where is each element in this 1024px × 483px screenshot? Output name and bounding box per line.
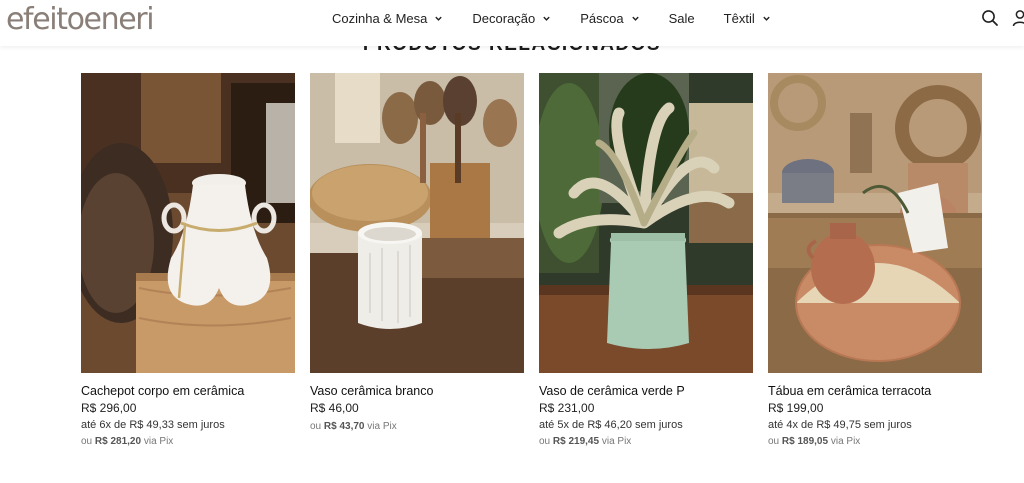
pix-price: R$ 281,20 [94, 436, 142, 447]
product-installments: até 4x de R$ 49,75 sem juros [768, 419, 912, 431]
pix-suffix: via Pix [143, 436, 174, 447]
nav-item-cozinha-mesa[interactable]: Cozinha & Mesa [332, 11, 443, 26]
pix-suffix: via Pix [830, 436, 861, 447]
related-products-grid: Cachepot corpo em cerâmica R$ 296,00 até… [81, 73, 982, 449]
product-image[interactable] [81, 73, 295, 373]
nav-label: Cozinha & Mesa [332, 10, 428, 26]
pix-suffix: via Pix [367, 421, 397, 432]
chevron-down-icon [542, 14, 551, 23]
logo[interactable]: efeitoeneri [6, 2, 155, 38]
nav-item-decoracao[interactable]: Decoração [472, 11, 551, 26]
product-card[interactable]: Cachepot corpo em cerâmica R$ 296,00 até… [81, 73, 295, 449]
product-price: R$ 46,00 [310, 401, 359, 415]
pix-prefix: ou [768, 436, 780, 447]
product-price: R$ 199,00 [768, 401, 824, 415]
search-icon[interactable] [981, 9, 999, 27]
product-name[interactable]: Tábua em cerâmica terracota [768, 383, 982, 399]
chevron-down-icon [631, 14, 640, 23]
chevron-down-icon [434, 14, 443, 23]
product-price: R$ 231,00 [539, 401, 595, 415]
pix-suffix: via Pix [601, 436, 632, 447]
product-card[interactable]: Vaso cerâmica branco R$ 46,00 ou R$ 43,7… [310, 73, 524, 449]
pix-price-line: ou R$ 43,70 via Pix [310, 420, 524, 434]
pix-price: R$ 189,05 [781, 436, 829, 447]
nav-label: Páscoa [580, 10, 624, 26]
user-icon[interactable] [1011, 9, 1024, 27]
nav-label: Têxtil [723, 10, 755, 26]
product-image[interactable] [539, 73, 753, 373]
site-header: efeitoeneri Cozinha & Mesa Decoração Pás… [0, 0, 1024, 46]
product-card[interactable]: Vaso de cerâmica verde P R$ 231,00 até 5… [539, 73, 753, 449]
product-installments: até 5x de R$ 46,20 sem juros [539, 419, 683, 431]
product-name[interactable]: Cachepot corpo em cerâmica [81, 383, 295, 399]
pix-prefix: ou [539, 436, 551, 447]
chevron-down-icon [762, 14, 771, 23]
pix-prefix: ou [310, 421, 322, 432]
product-name[interactable]: Vaso cerâmica branco [310, 383, 524, 399]
pix-prefix: ou [81, 436, 93, 447]
nav-item-textil[interactable]: Têxtil [724, 11, 771, 26]
nav-item-sale[interactable]: Sale [669, 11, 695, 26]
nav-label: Decoração [472, 10, 536, 26]
nav-label: Sale [668, 10, 695, 26]
product-image[interactable] [768, 73, 982, 373]
pix-price: R$ 43,70 [323, 421, 365, 432]
product-installments: até 6x de R$ 49,33 sem juros [81, 419, 225, 431]
pix-price: R$ 219,45 [552, 436, 600, 447]
pix-price-line: ou R$ 281,20 via Pix [81, 435, 295, 449]
pix-price-line: ou R$ 189,05 via Pix [768, 435, 982, 449]
product-image[interactable] [310, 73, 524, 373]
product-card[interactable]: Tábua em cerâmica terracota R$ 199,00 at… [768, 73, 982, 449]
product-price: R$ 296,00 [81, 401, 137, 415]
pix-price-line: ou R$ 219,45 via Pix [539, 435, 753, 449]
nav-item-pascoa[interactable]: Páscoa [580, 11, 639, 26]
product-name[interactable]: Vaso de cerâmica verde P [539, 383, 753, 399]
main-nav: Cozinha & Mesa Decoração Páscoa Sale Têx… [332, 9, 800, 27]
